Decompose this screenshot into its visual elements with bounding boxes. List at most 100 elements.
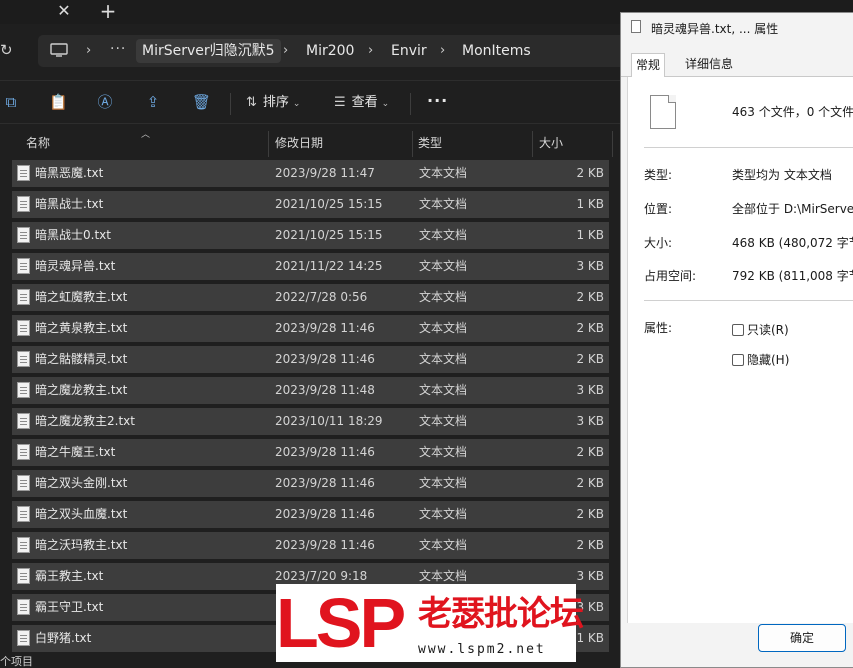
breadcrumb-overflow-button[interactable]: ··· — [110, 39, 126, 59]
size-label: 大小: — [644, 236, 673, 250]
file-size: 3 KB — [576, 383, 604, 397]
attributes-label: 属性: — [644, 321, 673, 335]
sort-ascending-icon: ︿ — [141, 130, 151, 140]
file-type: 文本文档 — [419, 383, 468, 397]
file-row[interactable]: 暗之魔龙教主.txt 2023/9/28 11:48 文本文档 3 KB — [12, 377, 609, 404]
column-date[interactable]: 修改日期 — [275, 129, 323, 157]
file-row[interactable]: 暗之双头金刚.txt 2023/9/28 11:46 文本文档 2 KB — [12, 470, 609, 497]
item-count: 个项目 — [0, 655, 33, 668]
file-date: 2023/9/28 11:48 — [275, 383, 375, 397]
text-file-icon — [17, 351, 30, 367]
file-date: 2021/10/25 15:15 — [275, 228, 383, 242]
type-label: 类型: — [644, 168, 673, 182]
breadcrumb-item[interactable]: MirServer归隐沉默5 — [136, 39, 281, 63]
view-button[interactable]: ☰ 查看 ⌄ — [334, 93, 389, 113]
column-divider[interactable] — [612, 131, 613, 157]
file-name: 暗之双头血魔.txt — [35, 507, 128, 521]
text-file-icon — [17, 599, 30, 615]
close-tab-icon[interactable]: ✕ — [55, 1, 73, 21]
refresh-icon[interactable]: ↻ — [0, 41, 16, 59]
location-value: 全部位于 D:\MirServer — [732, 202, 853, 216]
column-name[interactable]: 名称 — [26, 129, 50, 157]
file-row[interactable]: 暗之魔龙教主2.txt 2023/10/11 18:29 文本文档 3 KB — [12, 408, 609, 435]
watermark-site-name: 老瑟批论坛 — [418, 594, 584, 634]
general-panel: 463 个文件，0 个文件夹 类型: 类型均为 文本文档 位置: 全部位于 D:… — [627, 77, 853, 623]
tab-general[interactable]: 常规 — [631, 53, 666, 78]
divider — [644, 300, 853, 301]
file-date: 2023/9/28 11:46 — [275, 507, 375, 521]
file-type: 文本文档 — [419, 166, 468, 180]
column-divider[interactable] — [268, 131, 269, 157]
new-tab-button[interactable]: + — [98, 0, 118, 22]
file-name: 霸王守卫.txt — [35, 600, 104, 614]
column-divider[interactable] — [532, 131, 533, 157]
file-name: 暗之虹魔教主.txt — [35, 290, 128, 304]
share-icon[interactable]: ⇪ — [144, 93, 162, 111]
text-file-icon — [17, 413, 30, 429]
hidden-checkbox[interactable]: 隐藏(H) — [732, 351, 789, 368]
file-type: 文本文档 — [419, 414, 468, 428]
file-row[interactable]: 暗灵魂异兽.txt 2021/11/22 14:25 文本文档 3 KB — [12, 253, 609, 280]
delete-icon[interactable]: 🗑 — [192, 93, 211, 111]
properties-dialog: 暗灵魂异兽.txt, ... 属性 常规 详细信息 463 个文件，0 个文件夹… — [620, 12, 853, 668]
text-file-icon — [17, 289, 30, 305]
dialog-tabs: 常规 详细信息 — [621, 53, 853, 78]
breadcrumb-item[interactable]: MonItems — [456, 39, 537, 63]
address-bar[interactable]: › ··· MirServer归隐沉默5 › Mir200 › Envir › … — [38, 35, 638, 67]
readonly-checkbox[interactable]: 只读(R) — [732, 321, 789, 338]
file-size: 2 KB — [576, 352, 604, 366]
toolbar-divider — [230, 93, 231, 115]
file-row[interactable]: 暗之虹魔教主.txt 2022/7/28 0:56 文本文档 2 KB — [12, 284, 609, 311]
breadcrumb-item[interactable]: Envir — [385, 39, 433, 63]
file-row[interactable]: 暗黑战士.txt 2021/10/25 15:15 文本文档 1 KB — [12, 191, 609, 218]
breadcrumb-item[interactable]: Mir200 — [300, 39, 360, 63]
file-row[interactable]: 暗黑战士0.txt 2021/10/25 15:15 文本文档 1 KB — [12, 222, 609, 249]
file-row[interactable]: 暗之骷髅精灵.txt 2023/9/28 11:46 文本文档 2 KB — [12, 346, 609, 373]
copy-icon[interactable]: ⧉ — [2, 93, 20, 111]
file-date: 2023/10/11 18:29 — [275, 414, 383, 428]
more-options-button[interactable]: ··· — [427, 91, 448, 110]
chevron-down-icon: ⌄ — [292, 99, 301, 109]
column-type[interactable]: 类型 — [418, 129, 442, 157]
text-file-icon — [17, 382, 30, 398]
text-file-icon — [17, 475, 30, 491]
text-file-icon — [17, 630, 30, 646]
view-icon: ☰ — [334, 95, 346, 110]
file-row[interactable]: 暗之沃玛教主.txt 2023/9/28 11:46 文本文档 2 KB — [12, 532, 609, 559]
file-row[interactable]: 暗之黄泉教主.txt 2023/9/28 11:46 文本文档 2 KB — [12, 315, 609, 342]
file-name: 暗黑战士0.txt — [35, 228, 111, 242]
file-name: 暗之魔龙教主.txt — [35, 383, 128, 397]
column-header: ︿ 名称 修改日期 类型 大小 — [0, 129, 620, 157]
text-file-icon — [17, 196, 30, 212]
this-pc-icon — [50, 43, 68, 57]
ok-button[interactable]: 确定 — [758, 624, 846, 652]
file-date: 2023/9/28 11:46 — [275, 476, 375, 490]
column-divider[interactable] — [412, 131, 413, 157]
dialog-title-bar: 暗灵魂异兽.txt, ... 属性 — [621, 13, 853, 43]
rename-icon[interactable]: Ⓐ — [96, 93, 114, 111]
column-size[interactable]: 大小 — [539, 129, 563, 157]
text-file-icon — [17, 568, 30, 584]
sort-button[interactable]: ⇅ 排序 ⌄ — [246, 93, 300, 113]
file-type: 文本文档 — [419, 290, 468, 304]
file-date: 2022/7/28 0:56 — [275, 290, 368, 304]
file-row[interactable]: 暗之双头血魔.txt 2023/9/28 11:46 文本文档 2 KB — [12, 501, 609, 528]
file-type: 文本文档 — [419, 445, 468, 459]
sort-label: 排序 — [262, 95, 289, 110]
file-type: 文本文档 — [419, 197, 468, 211]
size-value: 468 KB (480,072 字节) — [732, 236, 853, 250]
file-name: 暗之黄泉教主.txt — [35, 321, 128, 335]
file-name: 暗之沃玛教主.txt — [35, 538, 128, 552]
file-size: 3 KB — [576, 414, 604, 428]
file-count-summary: 463 个文件，0 个文件夹 — [732, 105, 853, 119]
chevron-right-icon: › — [440, 43, 446, 58]
chevron-right-icon: › — [283, 43, 289, 58]
file-date: 2023/9/28 11:46 — [275, 445, 375, 459]
paste-icon[interactable]: 📋 — [49, 93, 68, 111]
file-row[interactable]: 暗黑恶魔.txt 2023/9/28 11:47 文本文档 2 KB — [12, 160, 609, 187]
file-size: 2 KB — [576, 507, 604, 521]
file-row[interactable]: 暗之牛魔王.txt 2023/9/28 11:46 文本文档 2 KB — [12, 439, 609, 466]
file-type: 文本文档 — [419, 538, 468, 552]
tab-details[interactable]: 详细信息 — [681, 53, 737, 77]
file-name: 白野猪.txt — [35, 631, 92, 645]
